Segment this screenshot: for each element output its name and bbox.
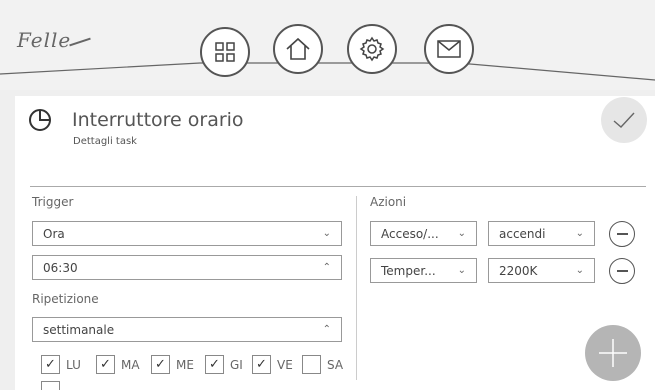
confirm-button[interactable] (601, 97, 647, 143)
minus-icon (616, 270, 628, 272)
action-function-value: Acceso/... (381, 226, 439, 241)
checkmark-icon (613, 112, 635, 128)
page-title: Interruttore orario (72, 109, 244, 131)
chevron-down-icon: ⌄ (457, 228, 466, 239)
checkbox-checked[interactable]: ✓ (252, 355, 271, 374)
plus-icon (599, 339, 627, 367)
minus-icon (616, 233, 628, 235)
repeat-label: Ripetizione (32, 292, 99, 306)
action-function-select[interactable]: Acceso/... ⌄ (370, 221, 477, 246)
page-subtitle: Dettagli task (73, 136, 137, 147)
checkbox-checked[interactable]: ✓ (41, 355, 60, 374)
grid-icon (215, 42, 235, 62)
trigger-label: Trigger (32, 195, 74, 209)
repeat-value: settimanale (43, 322, 115, 337)
action-value-select[interactable]: 2200K ⌄ (488, 258, 595, 283)
action-value-value: 2200K (499, 263, 538, 278)
checkbox-checked[interactable]: ✓ (151, 355, 170, 374)
chevron-down-icon: ⌄ (322, 228, 331, 239)
remove-action-button[interactable] (609, 221, 635, 247)
checkbox-unchecked[interactable] (41, 381, 60, 390)
day-checkbox-gi[interactable]: ✓ GI (205, 355, 243, 374)
home-icon (286, 37, 310, 60)
add-action-button[interactable] (585, 325, 641, 381)
chevron-down-icon: ⌄ (575, 265, 584, 276)
remove-action-button[interactable] (609, 258, 635, 284)
checkbox-checked[interactable]: ✓ (205, 355, 224, 374)
settings-nav-button[interactable] (347, 24, 397, 74)
chevron-down-icon: ⌄ (457, 265, 466, 276)
clock-pie-icon (29, 109, 51, 131)
column-divider (356, 196, 357, 380)
mail-icon (437, 40, 461, 58)
checkbox-unchecked[interactable] (302, 355, 321, 374)
day-checkbox-ve[interactable]: ✓ VE (252, 355, 293, 374)
top-navigation-bar: Felle (0, 0, 655, 90)
chevron-up-icon: ⌃ (322, 262, 331, 273)
trigger-type-select[interactable]: Ora ⌄ (32, 221, 342, 246)
gear-icon (359, 36, 385, 62)
day-checkbox-lu[interactable]: ✓ LU (41, 355, 81, 374)
action-function-select[interactable]: Temper... ⌄ (370, 258, 477, 283)
chevron-down-icon: ⌄ (575, 228, 584, 239)
day-checkbox-sa[interactable]: SA (302, 355, 343, 374)
action-function-value: Temper... (381, 263, 436, 278)
trigger-time-select[interactable]: 06:30 ⌃ (32, 255, 342, 280)
feller-logo: Felle (17, 28, 92, 52)
trigger-time-value: 06:30 (43, 260, 78, 275)
repeat-select[interactable]: settimanale ⌃ (32, 317, 342, 342)
home-nav-button[interactable] (273, 24, 323, 74)
grid-nav-button[interactable] (200, 27, 250, 77)
chevron-up-icon: ⌃ (322, 324, 331, 335)
action-value-select[interactable]: accendi ⌄ (488, 221, 595, 246)
trigger-type-value: Ora (43, 226, 65, 241)
actions-label: Azioni (370, 195, 407, 209)
day-checkbox-ma[interactable]: ✓ MA (96, 355, 140, 374)
action-value-value: accendi (499, 226, 546, 241)
checkbox-checked[interactable]: ✓ (96, 355, 115, 374)
day-checkbox-me[interactable]: ✓ ME (151, 355, 194, 374)
messages-nav-button[interactable] (424, 24, 474, 74)
nav-curve-line (0, 62, 655, 81)
header-divider (30, 186, 646, 187)
